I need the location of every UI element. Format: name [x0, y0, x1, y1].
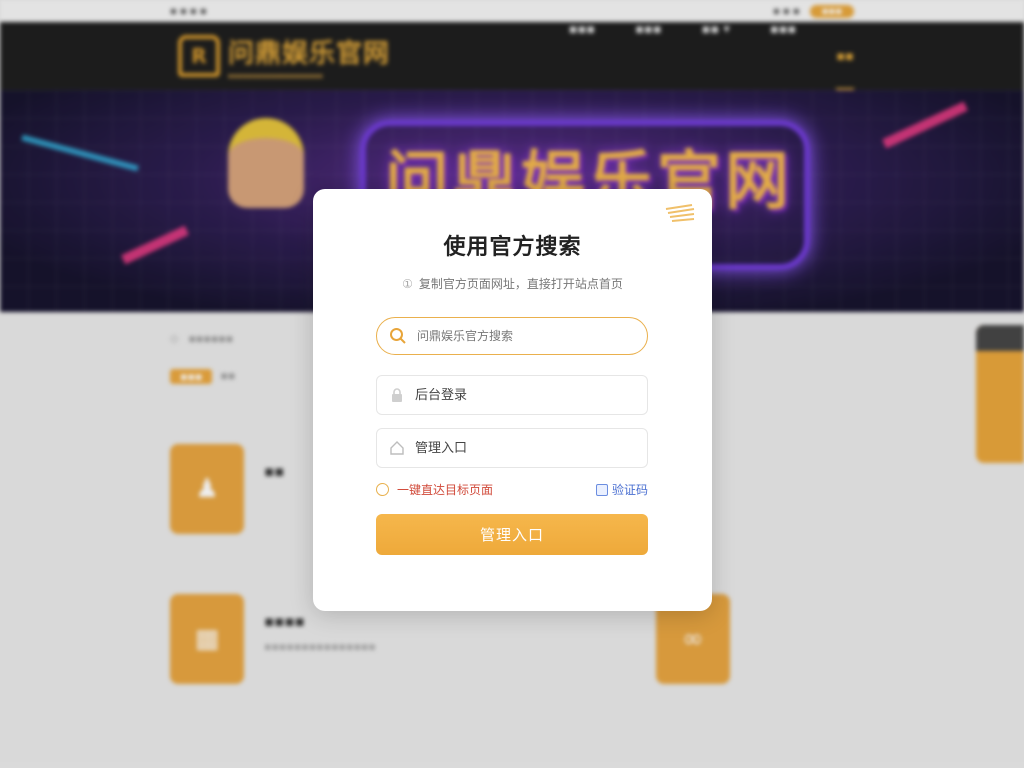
search-icon [390, 328, 406, 344]
search-modal: 使用官方搜索 ① 复制官方页面网址，直接打开站点首页 一键直达目标页面 验证码 [313, 189, 712, 611]
lock-icon [392, 388, 402, 402]
decor-lines-icon [665, 204, 695, 222]
modal-description-text: 复制官方页面网址，直接打开站点首页 [418, 277, 623, 291]
admin-entry-field[interactable] [376, 428, 648, 468]
direct-option-label: 一键直达目标页面 [397, 483, 494, 497]
direct-radio[interactable] [376, 483, 389, 496]
verify-option[interactable]: 验证码 [595, 481, 648, 498]
modal-title: 使用官方搜索 [443, 235, 582, 260]
admin-login-field[interactable] [376, 375, 648, 415]
search-input[interactable] [417, 328, 637, 344]
verify-checkbox[interactable] [595, 483, 608, 496]
search-box[interactable] [376, 317, 648, 355]
options-row: 一键直达目标页面 验证码 [376, 481, 648, 498]
modal-description: ① 复制官方页面网址，直接打开站点首页 [313, 275, 712, 292]
admin-login-input[interactable] [415, 387, 635, 403]
direct-option[interactable]: 一键直达目标页面 [376, 481, 493, 498]
admin-entry-button[interactable]: 管理入口 [376, 514, 648, 555]
home-icon [390, 441, 404, 455]
admin-entry-input[interactable] [415, 440, 635, 456]
verify-option-label: 验证码 [611, 483, 648, 497]
info-icon: ① [402, 276, 413, 291]
